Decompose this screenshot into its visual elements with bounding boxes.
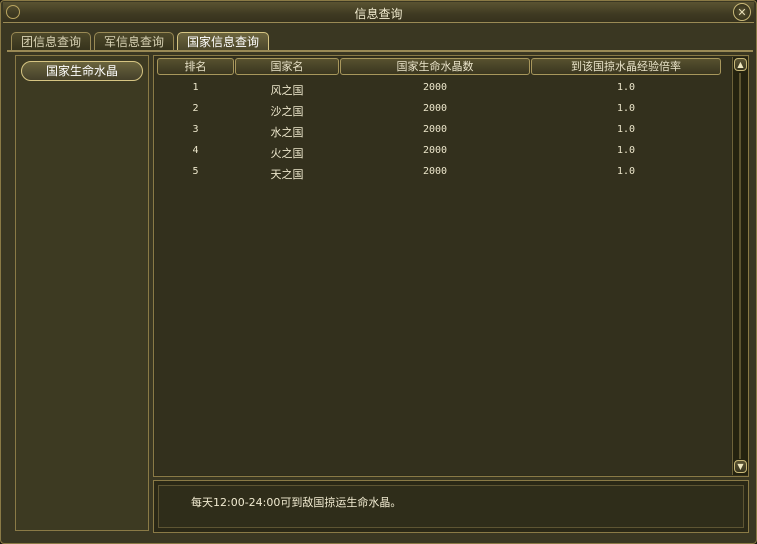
info-panel: 每天12:00-24:00可到敌国掠运生命水晶。 — [153, 480, 749, 533]
column-header-nation-name[interactable]: 国家名 — [235, 58, 339, 75]
table-row[interactable]: 4 火之国 2000 1.0 — [155, 142, 731, 163]
rank-cell: 3 — [192, 124, 199, 135]
info-message: 每天12:00-24:00可到敌国掠运生命水晶。 — [191, 496, 402, 509]
nation-name-cell: 火之国 — [270, 147, 304, 160]
table-row[interactable]: 2 沙之国 2000 1.0 — [155, 100, 731, 121]
rank-cell: 5 — [192, 166, 199, 177]
scroll-up-button[interactable]: ▲ — [734, 58, 747, 71]
tab-group-info[interactable]: 团信息查询 — [11, 32, 91, 51]
window-title: 信息查询 — [354, 7, 403, 21]
info-box: 每天12:00-24:00可到敌国掠运生命水晶。 — [158, 485, 744, 528]
crystal-count-cell: 2000 — [422, 103, 448, 114]
nation-name-cell: 沙之国 — [270, 105, 304, 118]
crystal-count-cell: 2000 — [422, 145, 448, 156]
tab-army-info[interactable]: 军信息查询 — [94, 32, 174, 51]
info-query-window: 信息查询 ✕ 团信息查询 军信息查询 国家信息查询 国家生命水晶 排名 国家名 … — [0, 0, 757, 544]
scroll-track[interactable] — [739, 73, 741, 459]
rank-cell: 1 — [192, 82, 199, 93]
crystal-count-cell: 2000 — [422, 82, 448, 93]
crystal-count-cell: 2000 — [422, 124, 448, 135]
column-header-exp-rate[interactable]: 到该国掠水晶经验倍率 — [531, 58, 721, 75]
tab-nation-info[interactable]: 国家信息查询 — [177, 32, 269, 51]
tab-divider — [7, 50, 753, 52]
rank-cell: 4 — [192, 145, 199, 156]
nation-name-cell: 天之国 — [270, 168, 304, 181]
exp-rate-cell: 1.0 — [616, 124, 636, 135]
exp-rate-cell: 1.0 — [616, 82, 636, 93]
title-bar[interactable]: 信息查询 ✕ — [3, 2, 754, 23]
exp-rate-cell: 1.0 — [616, 145, 636, 156]
category-panel: 国家生命水晶 — [15, 55, 149, 531]
rank-cell: 2 — [192, 103, 199, 114]
ranking-list: 排名 国家名 国家生命水晶数 到该国掠水晶经验倍率 1 风之国 2000 1.0… — [155, 57, 731, 475]
table-row[interactable]: 3 水之国 2000 1.0 — [155, 121, 731, 142]
crystal-count-cell: 2000 — [422, 166, 448, 177]
column-header-crystal-count[interactable]: 国家生命水晶数 — [340, 58, 530, 75]
nation-name-cell: 水之国 — [270, 126, 304, 139]
close-button[interactable]: ✕ — [733, 3, 751, 21]
ranking-panel: 排名 国家名 国家生命水晶数 到该国掠水晶经验倍率 1 风之国 2000 1.0… — [153, 55, 749, 477]
exp-rate-cell: 1.0 — [616, 166, 636, 177]
vertical-scrollbar[interactable]: ▲ ▼ — [732, 57, 748, 475]
exp-rate-cell: 1.0 — [616, 103, 636, 114]
table-row[interactable]: 5 天之国 2000 1.0 — [155, 163, 731, 184]
table-row[interactable]: 1 风之国 2000 1.0 — [155, 79, 731, 100]
column-header-rank[interactable]: 排名 — [157, 58, 234, 75]
scroll-down-button[interactable]: ▼ — [734, 460, 747, 473]
category-nation-crystal-button[interactable]: 国家生命水晶 — [21, 61, 143, 81]
nation-name-cell: 风之国 — [270, 84, 304, 97]
